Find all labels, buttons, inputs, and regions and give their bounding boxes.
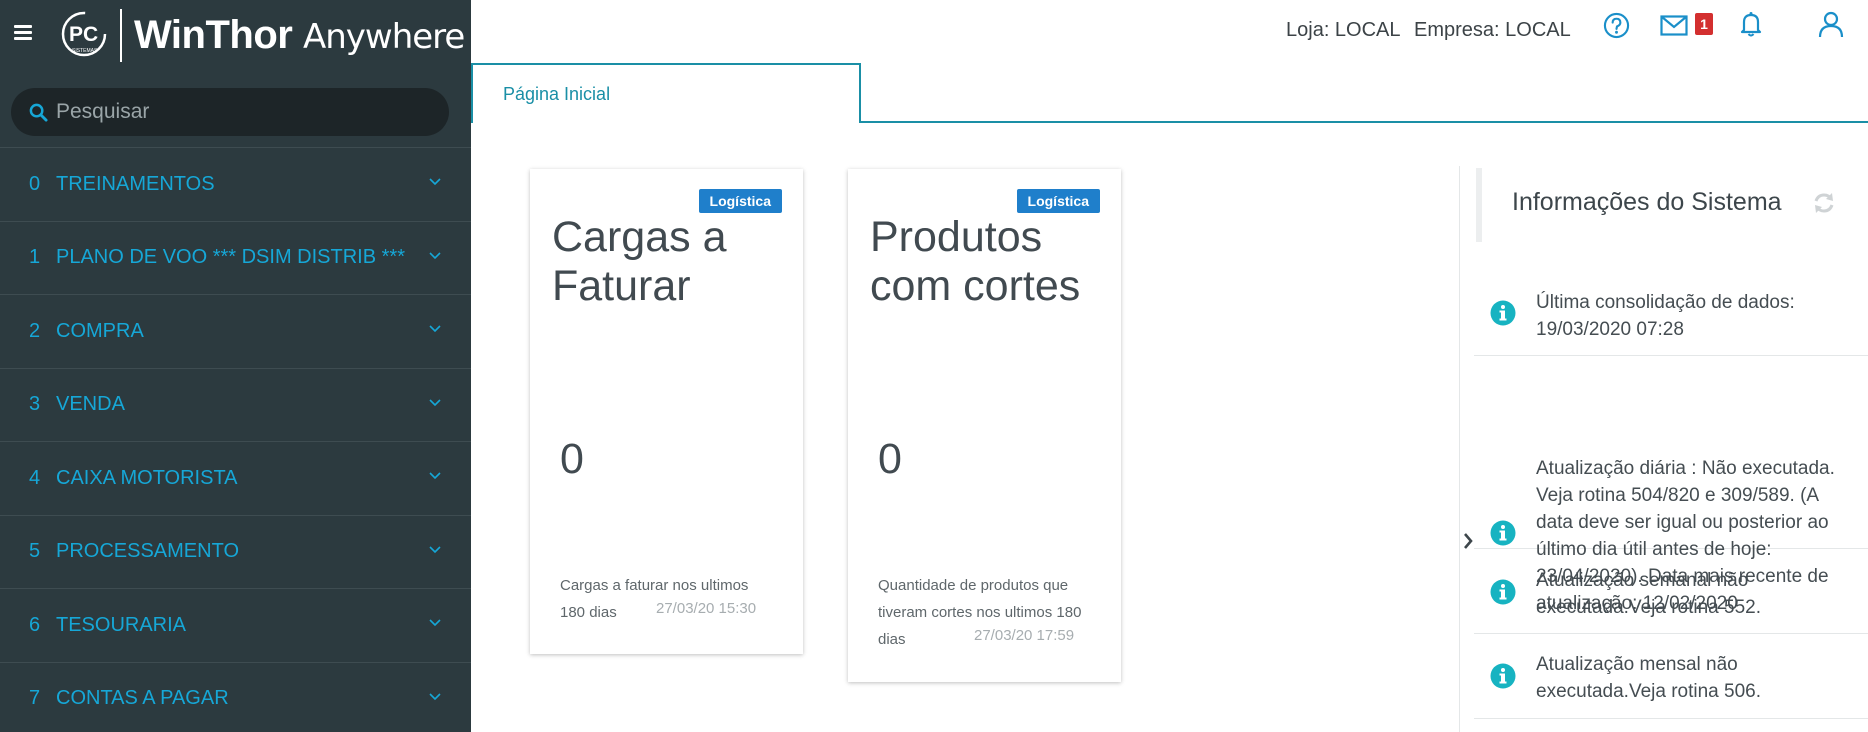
card-timestamp: 27/03/20 17:59 [974, 627, 1075, 644]
chevron-down-icon [429, 692, 441, 700]
card-timestamp: 27/03/20 15:30 [656, 600, 757, 617]
info-item: Atualização diária : Não executada. Veja… [1474, 356, 1868, 614]
sidebar: PC SISTEMAS WinThor Anywhere 0 TREINAMEN… [0, 0, 471, 732]
pc-sistemas-logo: PC SISTEMAS [61, 11, 107, 57]
app-title: WinThor Anywhere [134, 13, 465, 58]
mail-count-badge: 1 [1695, 13, 1713, 35]
card-title: Cargas a Faturar [552, 213, 727, 310]
chevron-down-icon [429, 325, 441, 333]
menu-item-label: PROCESSAMENTO [56, 540, 239, 563]
category-badge: Logística [1016, 189, 1100, 213]
sidebar-menu: 0 TREINAMENTOS 1 PLANO DE VOO *** DSIM D… [0, 147, 471, 732]
search-input[interactable] [56, 100, 426, 124]
menu-item-number: 6 [29, 613, 41, 636]
info-item: Atualização mensal não executada.Veja ro… [1474, 634, 1868, 719]
help-icon[interactable] [1603, 12, 1630, 39]
info-item-text: Atualização semanal não executada.Veja r… [1536, 570, 1762, 618]
panel-header-accent [1476, 168, 1482, 242]
search-box[interactable] [11, 88, 449, 136]
svg-text:PC: PC [69, 23, 98, 46]
app-title-light: Anywhere [302, 17, 465, 57]
info-panel-list: Última consolidação de dados: 19/03/2020… [1474, 272, 1868, 719]
search-icon [29, 103, 48, 122]
menu-item-label: TREINAMENTOS [56, 172, 215, 195]
chevron-down-icon [429, 251, 441, 259]
svg-text:SISTEMAS: SISTEMAS [72, 48, 98, 54]
menu-item-label: COMPRA [56, 319, 144, 342]
chevron-down-icon [429, 472, 441, 480]
sidebar-item-contas-a-pagar[interactable]: 7 CONTAS A PAGAR [0, 663, 471, 732]
sidebar-item-tesouraria[interactable]: 6 TESOURARIA [0, 589, 471, 663]
info-item: Atualização semanal não executada.Veja r… [1474, 549, 1868, 634]
chevron-down-icon [429, 398, 441, 406]
app-title-bold: WinThor [134, 13, 293, 57]
menu-item-label: PLANO DE VOO *** DSIM DISTRIB *** [56, 246, 405, 269]
store-label: Loja: LOCAL [1286, 19, 1401, 41]
category-badge: Logística [698, 189, 782, 213]
dashboard-card-produtos-cortes[interactable]: Logística Produtos com cortes 0 Quantida… [848, 169, 1121, 682]
menu-item-label: CAIXA MOTORISTA [56, 466, 238, 489]
info-icon [1490, 579, 1516, 605]
menu-item-number: 7 [29, 687, 41, 710]
menu-item-number: 3 [29, 393, 41, 416]
info-item-text: Atualização mensal não executada.Veja ro… [1536, 654, 1762, 702]
dashboard-card-cargas[interactable]: Logística Cargas a Faturar 0 Cargas a fa… [530, 169, 803, 654]
company-label: Empresa: LOCAL [1414, 19, 1571, 41]
info-item: Última consolidação de dados: 19/03/2020… [1474, 272, 1868, 356]
sidebar-item-processamento[interactable]: 5 PROCESSAMENTO [0, 516, 471, 589]
menu-item-label: VENDA [56, 393, 125, 416]
bell-icon[interactable] [1740, 11, 1762, 37]
info-icon [1490, 520, 1516, 546]
sidebar-item-venda[interactable]: 3 VENDA [0, 369, 471, 442]
card-description: Cargas a faturar nos ultimos 180 dias [560, 577, 749, 621]
info-item-text: Última consolidação de dados: 19/03/2020… [1536, 292, 1795, 340]
menu-item-label: TESOURARIA [56, 613, 187, 636]
info-icon [1490, 663, 1516, 689]
menu-item-number: 4 [29, 466, 41, 489]
info-icon [1490, 300, 1516, 326]
sidebar-topbar: PC SISTEMAS WinThor Anywhere [0, 0, 471, 70]
tab-pagina-inicial[interactable]: Página Inicial [471, 63, 861, 123]
info-panel-title: Informações do Sistema [1512, 188, 1782, 216]
mail-icon[interactable] [1660, 15, 1688, 36]
card-value: 0 [560, 435, 584, 483]
menu-item-number: 5 [29, 540, 41, 563]
chevron-down-icon [429, 178, 441, 186]
menu-item-label: CONTAS A PAGAR [56, 687, 229, 710]
chevron-down-icon [429, 545, 441, 553]
logo-divider [120, 9, 122, 62]
hamburger-menu-icon[interactable] [14, 25, 32, 40]
card-value: 0 [878, 435, 902, 483]
panel-divider [1459, 166, 1460, 732]
refresh-icon[interactable] [1812, 191, 1836, 215]
menu-item-number: 0 [29, 172, 41, 195]
menu-item-number: 1 [29, 246, 41, 269]
sidebar-item-caixa-motorista[interactable]: 4 CAIXA MOTORISTA [0, 442, 471, 516]
sidebar-item-compra[interactable]: 2 COMPRA [0, 295, 471, 369]
card-title: Produtos com cortes [870, 213, 1081, 310]
user-icon[interactable] [1818, 11, 1844, 38]
menu-item-number: 2 [29, 319, 41, 342]
chevron-down-icon [429, 619, 441, 627]
sidebar-item-treinamentos[interactable]: 0 TREINAMENTOS [0, 148, 471, 222]
sidebar-item-plano-de-voo[interactable]: 1 PLANO DE VOO *** DSIM DISTRIB *** [0, 222, 471, 295]
